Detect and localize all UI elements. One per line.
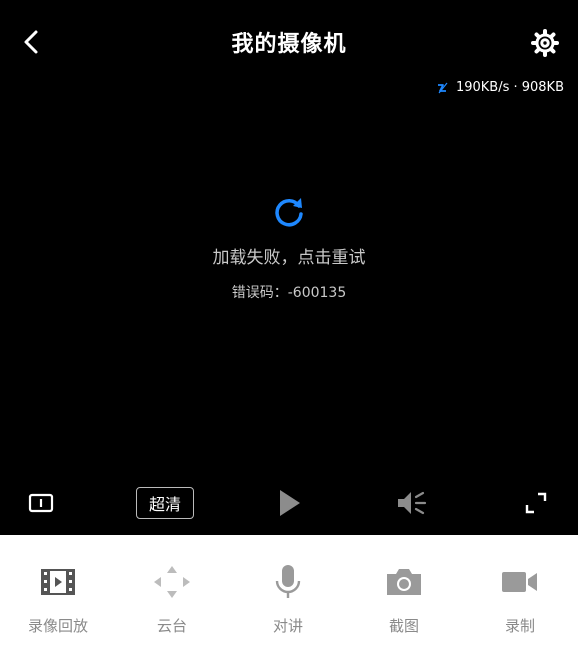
- play-icon: [280, 490, 300, 516]
- player-controls: 超清: [0, 486, 578, 520]
- mute-button[interactable]: [394, 486, 430, 520]
- toolbar-label: 截图: [388, 617, 419, 635]
- toolbar-item-talk[interactable]: 对讲: [230, 565, 346, 636]
- error-message[interactable]: 加载失败，点击重试: [0, 243, 578, 268]
- camera-icon: [387, 569, 421, 595]
- page-title: 我的摄像机: [231, 32, 347, 57]
- toolbar-item-screenshot[interactable]: 截图: [346, 565, 462, 636]
- playback-film-icon: [41, 569, 75, 595]
- network-speed: 190KB/s · 908KB: [436, 80, 564, 95]
- bandwidth-icon: [437, 82, 448, 93]
- toolbar-item-playback[interactable]: 录像回放: [0, 565, 116, 636]
- video-camera-icon: [502, 572, 537, 592]
- toolbar-label: 云台: [156, 617, 187, 635]
- screen-split-icon: [28, 493, 54, 513]
- gear-icon[interactable]: [530, 28, 560, 58]
- refresh-icon[interactable]: [272, 195, 306, 229]
- fullscreen-button[interactable]: [520, 486, 552, 520]
- toolbar-item-ptz[interactable]: 云台: [114, 565, 230, 636]
- ptz-direction-icon: [154, 566, 190, 598]
- error-panel: 加载失败，点击重试 错误码：-600135: [0, 195, 578, 302]
- microphone-icon: [275, 565, 301, 598]
- toolbar-label: 录像回放: [27, 617, 88, 635]
- function-toolbar: 录像回放 云台 对讲 截图 录制: [0, 535, 578, 656]
- speaker-mute-icon: [398, 491, 427, 515]
- video-player[interactable]: 我的摄像机 190KB/s · 908KB 加载失败，点击重试 错误码：-600…: [0, 0, 578, 535]
- quality-button[interactable]: 超清: [136, 487, 194, 519]
- header: 我的摄像机: [0, 0, 578, 84]
- multi-screen-button[interactable]: [26, 486, 56, 520]
- toolbar-item-record[interactable]: 录制: [462, 565, 578, 636]
- fullscreen-icon: [525, 492, 547, 514]
- toolbar-label: 对讲: [272, 617, 303, 635]
- toolbar-label: 录制: [504, 617, 535, 635]
- error-code: 错误码：-600135: [231, 285, 347, 301]
- speed-text: 190KB/s · 908KB: [455, 80, 564, 95]
- play-button[interactable]: [274, 486, 304, 520]
